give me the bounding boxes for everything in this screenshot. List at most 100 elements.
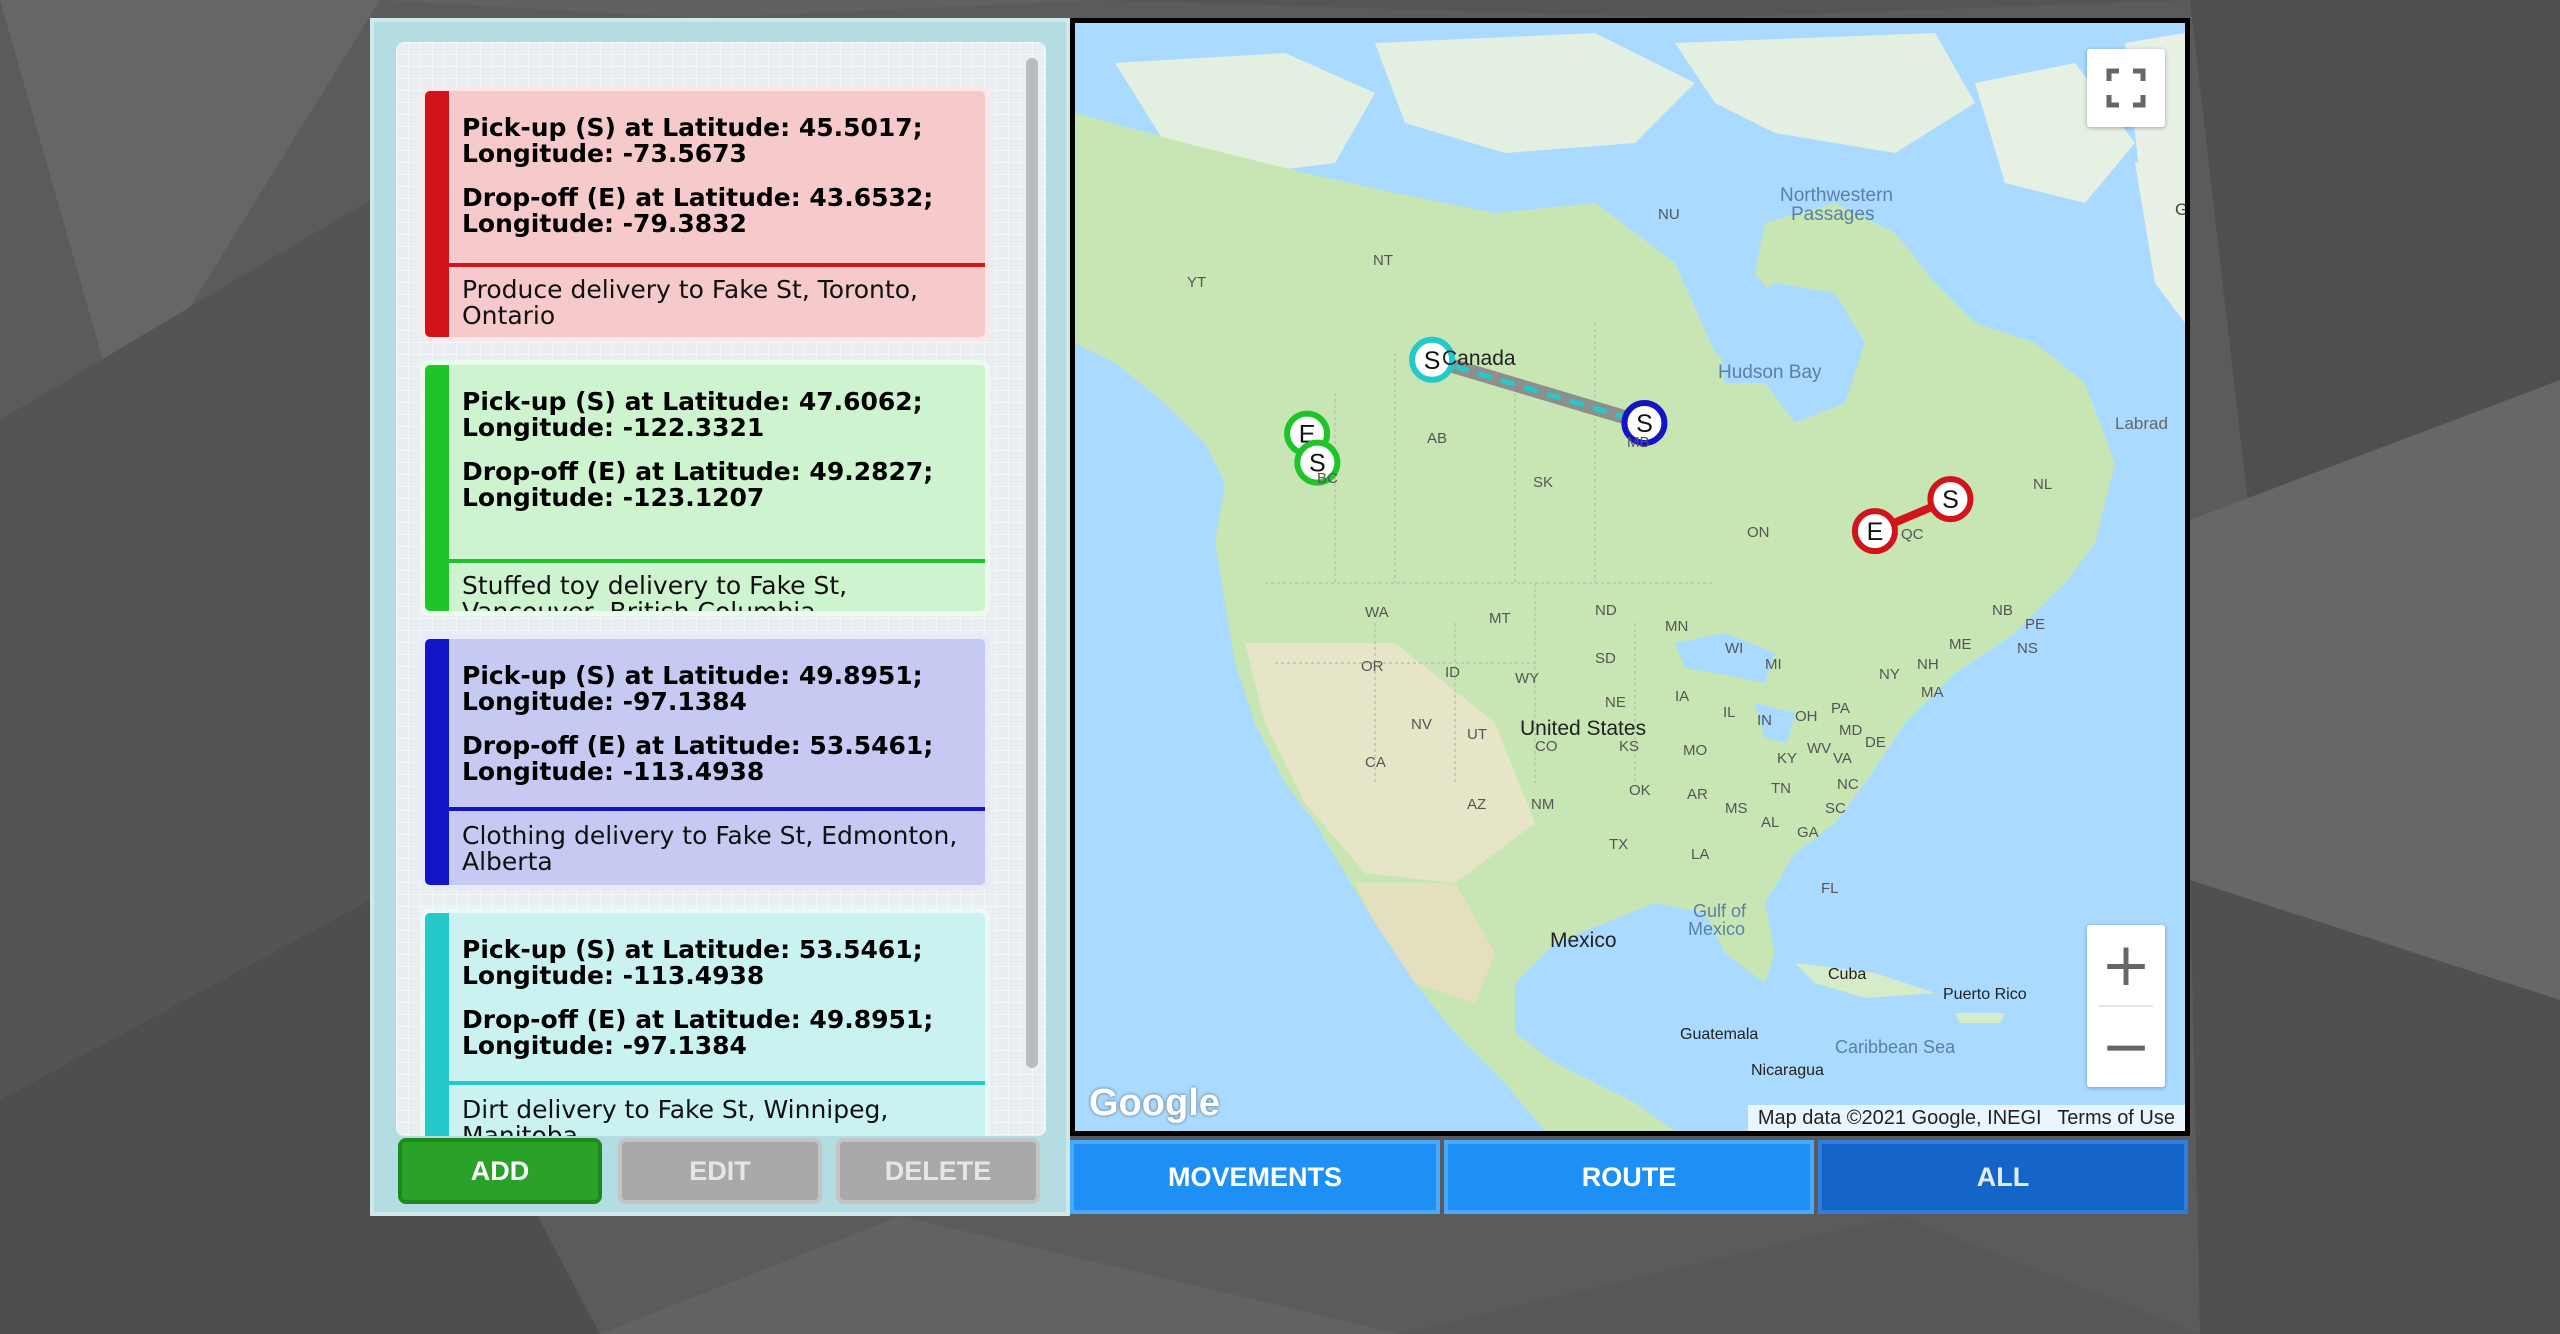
label-mn: MN (1665, 618, 1688, 635)
label-ar: AR (1687, 786, 1708, 803)
label-nc: NC (1837, 776, 1859, 793)
tab-all[interactable]: ALL (1818, 1140, 2188, 1214)
label-wv: WV (1807, 740, 1831, 757)
label-mb: MB (1627, 434, 1650, 451)
fullscreen-button[interactable] (2087, 49, 2165, 127)
label-la: LA (1691, 846, 1709, 863)
label-canada: Canada (1442, 347, 1516, 370)
label-ks: KS (1619, 738, 1639, 755)
label-united-states: United States (1520, 717, 1646, 740)
movements-list: Pick-up (S) at Latitude: 45.5017; Longit… (396, 42, 1046, 1136)
dropoff-text: Drop-off (E) at Latitude: 49.8951; Longi… (462, 1005, 934, 1060)
terms-of-use-link[interactable]: Terms of Use (2057, 1107, 2175, 1129)
label-or: OR (1361, 658, 1384, 675)
map-container: EESSSS Canada United States Mexico Hudso… (1070, 18, 2190, 1136)
label-mi: MI (1765, 656, 1782, 673)
label-nd: ND (1595, 602, 1617, 619)
label-sd: SD (1595, 650, 1616, 667)
movement-card[interactable]: Pick-up (S) at Latitude: 49.8951; Longit… (420, 634, 990, 890)
svg-text:E: E (1867, 518, 1884, 546)
movement-description: Produce delivery to Fake St, Toronto, On… (462, 275, 918, 330)
card-divider (449, 263, 985, 267)
label-in: IN (1757, 712, 1772, 729)
end-marker[interactable]: E (1851, 508, 1898, 555)
card-divider (449, 1081, 985, 1085)
svg-text:S: S (1424, 347, 1441, 375)
label-ok: OK (1629, 782, 1651, 799)
edit-button[interactable]: EDIT (618, 1138, 822, 1204)
plus-icon: + (2100, 930, 2152, 1000)
label-wa: WA (1365, 604, 1389, 621)
scrollbar-thumb[interactable] (1026, 58, 1038, 1068)
label-passages: Passages (1791, 204, 1874, 225)
delete-button[interactable]: DELETE (836, 1138, 1040, 1204)
zoom-in-button[interactable]: + (2087, 925, 2165, 1005)
label-md: MD (1839, 722, 1862, 739)
tab-route[interactable]: ROUTE (1444, 1140, 1814, 1214)
label-northwestern: Northwestern (1780, 185, 1893, 206)
attribution-text: Map data ©2021 Google, INEGI (1757, 1107, 2042, 1129)
label-id: ID (1445, 664, 1460, 681)
movements-list-scroll[interactable]: Pick-up (S) at Latitude: 45.5017; Longit… (396, 42, 1046, 1136)
label-bc: BC (1317, 470, 1338, 487)
movement-description: Dirt delivery to Fake St, Winnipeg, Mani… (462, 1095, 889, 1137)
zoom-out-button[interactable]: − (2087, 1007, 2165, 1087)
label-de: DE (1865, 734, 1886, 751)
color-stripe (425, 639, 449, 885)
label-nb: NB (1992, 602, 2013, 619)
color-stripe (425, 913, 449, 1136)
scrollbar[interactable] (1022, 56, 1040, 1124)
label-hudson-bay: Hudson Bay (1718, 362, 1822, 383)
label-nu: NU (1658, 206, 1680, 223)
movement-description: Stuffed toy delivery to Fake St, Vancouv… (462, 571, 848, 616)
movement-description: Clothing delivery to Fake St, Edmonton, … (462, 821, 958, 876)
label-caribbean-sea: Caribbean Sea (1835, 1037, 1956, 1057)
label-me: ME (1949, 636, 1972, 653)
label-gulf-of: Gulf of (1693, 901, 1747, 921)
svg-text:S: S (1942, 486, 1959, 514)
label-pa: PA (1831, 700, 1850, 717)
map-attribution: Map data ©2021 Google, INEGI Terms of Us… (1747, 1105, 2185, 1131)
label-ky: KY (1777, 750, 1797, 767)
movement-card[interactable]: Pick-up (S) at Latitude: 53.5461; Longit… (420, 908, 990, 1136)
add-button[interactable]: ADD (398, 1138, 602, 1204)
label-tn: TN (1771, 780, 1791, 797)
label-va: VA (1833, 750, 1852, 767)
label-puerto-rico: Puerto Rico (1943, 986, 2027, 1003)
label-mexico: Mexico (1550, 929, 1617, 952)
label-labrador: Labrad (2115, 414, 2168, 433)
label-il: IL (1723, 704, 1736, 721)
label-mt: MT (1489, 610, 1511, 627)
movements-panel: Pick-up (S) at Latitude: 45.5017; Longit… (370, 18, 1070, 1216)
label-on: ON (1747, 524, 1770, 541)
label-pe: PE (2025, 616, 2045, 633)
tab-movements[interactable]: MOVEMENTS (1070, 1140, 1440, 1214)
label-ne: NE (1605, 694, 1626, 711)
map[interactable]: EESSSS Canada United States Mexico Hudso… (1075, 23, 2185, 1131)
label-wy: WY (1515, 670, 1539, 687)
movement-card[interactable]: Pick-up (S) at Latitude: 45.5017; Longit… (420, 86, 990, 342)
label-nicaragua: Nicaragua (1751, 1062, 1824, 1079)
pickup-text: Pick-up (S) at Latitude: 49.8951; Longit… (462, 661, 923, 716)
google-logo: Google (1089, 1082, 1220, 1124)
dropoff-text: Drop-off (E) at Latitude: 43.6532; Longi… (462, 183, 934, 238)
label-az: AZ (1467, 796, 1486, 813)
label-ga: GA (1797, 824, 1819, 841)
card-divider (449, 559, 985, 563)
label-ma: MA (1921, 684, 1944, 701)
movement-card[interactable]: Pick-up (S) at Latitude: 47.6062; Longit… (420, 360, 990, 616)
label-ny: NY (1879, 666, 1900, 683)
label-co: CO (1535, 738, 1558, 755)
label-wi: WI (1725, 640, 1743, 657)
label-al: AL (1761, 814, 1779, 831)
label-nt: NT (1373, 252, 1393, 269)
label-nh: NH (1917, 656, 1939, 673)
label-ns: NS (2017, 640, 2038, 657)
label-fl: FL (1821, 880, 1839, 897)
label-ms: MS (1725, 800, 1748, 817)
dropoff-text: Drop-off (E) at Latitude: 53.5461; Longi… (462, 731, 934, 786)
label-ab: AB (1427, 430, 1447, 447)
label-cuba: Cuba (1828, 966, 1866, 983)
start-marker[interactable]: S (1927, 476, 1974, 523)
pickup-text: Pick-up (S) at Latitude: 47.6062; Longit… (462, 387, 923, 442)
